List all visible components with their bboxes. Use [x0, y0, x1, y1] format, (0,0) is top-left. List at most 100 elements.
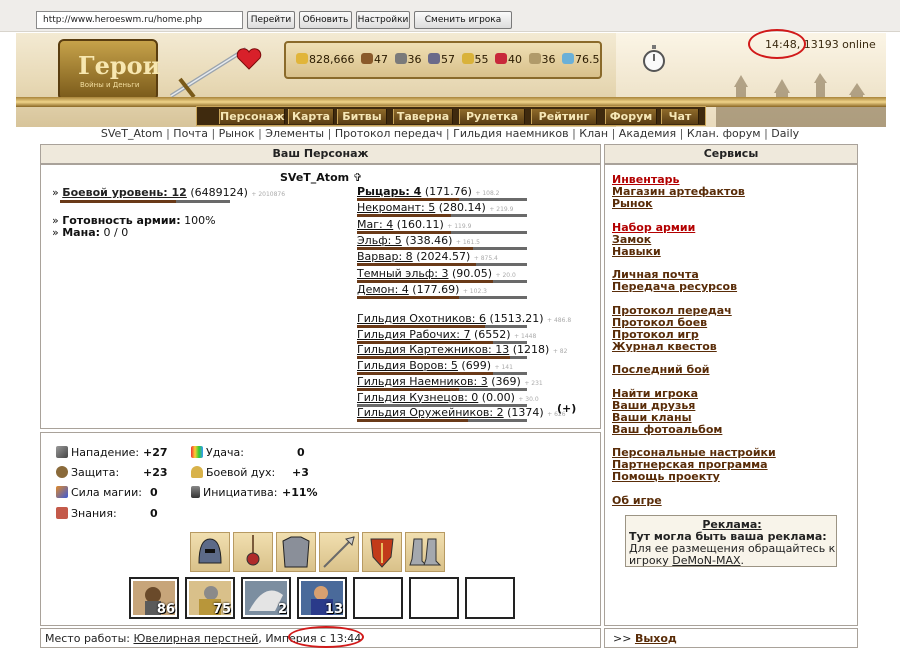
subnav-clan-forum[interactable]: Клан. форум — [687, 127, 761, 140]
service-link[interactable]: Журнал квестов — [612, 340, 717, 353]
equipment-armor-slot[interactable] — [276, 532, 316, 572]
character-panel-header: Ваш Персонаж — [40, 144, 601, 164]
character-name[interactable]: SVeT_Atom ✞ — [280, 171, 362, 184]
combat-level-link[interactable]: Боевой уровень: 12 — [62, 186, 187, 199]
army-unit-slot[interactable]: 86 — [129, 577, 179, 619]
faction-row[interactable]: Рыцарь: 4 (171.76) + 108.2 — [357, 185, 500, 198]
cross-icon: ✞ — [352, 171, 363, 184]
attack-value: +27 — [143, 446, 168, 459]
equipment-amulet-slot[interactable] — [233, 532, 273, 572]
go-button[interactable]: Перейти — [247, 11, 295, 29]
sub-navigation: SVeT_Atom | Почта | Рынок | Элементы | П… — [100, 127, 800, 140]
menu-chat[interactable]: Чат — [661, 109, 699, 124]
menu-character[interactable]: Персонаж — [219, 109, 285, 124]
faction-row[interactable]: Темный эльф: 3 (90.05) + 20.0 — [357, 267, 516, 280]
logo-title: Герои — [78, 51, 161, 80]
equipment-boots-slot[interactable] — [405, 532, 445, 572]
guild-row[interactable]: Гильдия Охотников: 6 (1513.21) + 486.8 — [357, 312, 571, 325]
faction-row[interactable]: Варвар: 8 (2024.57) + 875.4 — [357, 250, 498, 263]
guild-row[interactable]: Гильдия Кузнецов: 0 (0.00) + 30.0 — [357, 391, 539, 404]
army-unit-slot[interactable]: 75 — [185, 577, 235, 619]
subnav-mercenary-guild[interactable]: Гильдия наемников — [453, 127, 568, 140]
mercury-icon — [428, 53, 440, 64]
work-place-link[interactable]: Ювелирная перстней — [133, 632, 258, 645]
sulfur-icon — [461, 53, 474, 64]
highlight-worktime-ellipse — [288, 626, 364, 648]
equipment-shield-slot[interactable] — [362, 532, 402, 572]
spellpower-label: Сила магии: — [71, 486, 142, 499]
rainbow-icon — [191, 446, 203, 458]
luck-stat: Удача: — [191, 446, 244, 459]
guild-name: Гильдия Картежников: 13 — [357, 343, 510, 357]
menu-tavern[interactable]: Таверна — [393, 109, 453, 124]
crystal-icon — [495, 53, 507, 64]
book-icon — [56, 507, 68, 519]
menu-forum[interactable]: Форум — [605, 109, 657, 124]
army-unit-slot[interactable]: 13 — [297, 577, 347, 619]
stopwatch-icon[interactable] — [642, 45, 666, 73]
guild-row[interactable]: Гильдия Картежников: 13 (1218) + 82 — [357, 343, 567, 356]
faction-next: + 20.0 — [495, 271, 516, 279]
army-unit-empty-slot[interactable] — [353, 577, 403, 619]
equipment-weapon-slot[interactable] — [319, 532, 359, 572]
subnav-market[interactable]: Рынок — [219, 127, 255, 140]
service-link[interactable]: Ваш фотоальбом — [612, 423, 722, 436]
combat-level-bar — [60, 200, 230, 203]
main-menu: Персонаж Карта Битвы Таверна Рулетка Рей… — [196, 106, 706, 126]
service-link[interactable]: Последний бой — [612, 363, 709, 376]
subnav-player[interactable]: SVeT_Atom — [101, 127, 163, 140]
url-input[interactable]: http://www.heroeswm.ru/home.php — [36, 11, 243, 29]
faction-value: (280.14) — [438, 201, 486, 215]
subnav-mail[interactable]: Почта — [173, 127, 208, 140]
refresh-button[interactable]: Обновить — [299, 11, 352, 29]
army-unit-empty-slot[interactable] — [409, 577, 459, 619]
shield-icon — [370, 538, 394, 568]
settings-button[interactable]: Настройки — [356, 11, 410, 29]
guild-name: Гильдия Оружейников: 2 — [357, 406, 504, 420]
service-link[interactable]: Помощь проекту — [612, 470, 720, 483]
guild-row[interactable]: Гильдия Воров: 5 (699) + 141 — [357, 359, 513, 372]
knowledge-label: Знания: — [71, 507, 117, 520]
menu-battles[interactable]: Битвы — [337, 109, 387, 124]
switch-player-button[interactable]: Сменить игрока — [414, 11, 512, 29]
unit-count: 13 — [324, 602, 343, 617]
equipment-helmet-slot[interactable] — [190, 532, 230, 572]
service-link[interactable]: Передача ресурсов — [612, 280, 737, 293]
exit-link[interactable]: Выход — [635, 632, 677, 645]
expand-plus-icon[interactable]: (+) — [557, 402, 576, 415]
ad-contact-link[interactable]: DeMoN-MAX — [672, 554, 740, 567]
faction-row[interactable]: Маг: 4 (160.11) + 119.9 — [357, 218, 471, 231]
resources-line: 828,666 47 36 57 55 40 36 76.5 — [296, 53, 600, 66]
guild-value: (369) — [491, 374, 521, 388]
service-link[interactable]: Рынок — [612, 197, 653, 210]
service-link[interactable]: Навыки — [612, 245, 661, 258]
faction-row[interactable]: Эльф: 5 (338.46) + 161.5 — [357, 234, 480, 247]
faction-name: Маг: 4 — [357, 217, 394, 231]
hourglass-icon — [191, 486, 200, 498]
game-logo[interactable]: Герои Войны и Деньги — [58, 39, 161, 101]
faction-row[interactable]: Некромант: 5 (280.14) + 219.9 — [357, 201, 513, 214]
menu-map[interactable]: Карта — [288, 109, 334, 124]
combat-level: » Боевой уровень: 12 (6489124) + 2010876 — [52, 186, 286, 199]
health-heart-icon[interactable] — [236, 47, 262, 71]
crossed-swords-icon — [56, 446, 68, 458]
army-unit-slot[interactable]: 2 — [241, 577, 291, 619]
armor-icon — [282, 536, 310, 568]
spellpower-stat: Сила магии: — [56, 486, 142, 499]
guild-row[interactable]: Гильдия Рабочих: 7 (6552) + 1448 — [357, 328, 536, 341]
subnav-academy[interactable]: Академия — [619, 127, 676, 140]
faction-row[interactable]: Демон: 4 (177.69) + 102.3 — [357, 283, 487, 296]
subnav-clan[interactable]: Клан — [579, 127, 608, 140]
guild-row[interactable]: Гильдия Наемников: 3 (369) + 231 — [357, 375, 543, 388]
luck-value: 0 — [297, 446, 305, 459]
subnav-daily[interactable]: Daily — [771, 127, 799, 140]
service-link[interactable]: Об игре — [612, 494, 662, 507]
subnav-elements[interactable]: Элементы — [265, 127, 324, 140]
army-unit-empty-slot[interactable] — [465, 577, 515, 619]
faction-name: Рыцарь: 4 — [357, 185, 422, 198]
guild-row[interactable]: Гильдия Оружейников: 2 (1374) + 626 — [357, 406, 566, 419]
wings-icon — [191, 466, 203, 478]
subnav-transfer-log[interactable]: Протокол передач — [335, 127, 443, 140]
menu-rating[interactable]: Рейтинг — [531, 109, 597, 124]
menu-roulette[interactable]: Рулетка — [459, 109, 525, 124]
